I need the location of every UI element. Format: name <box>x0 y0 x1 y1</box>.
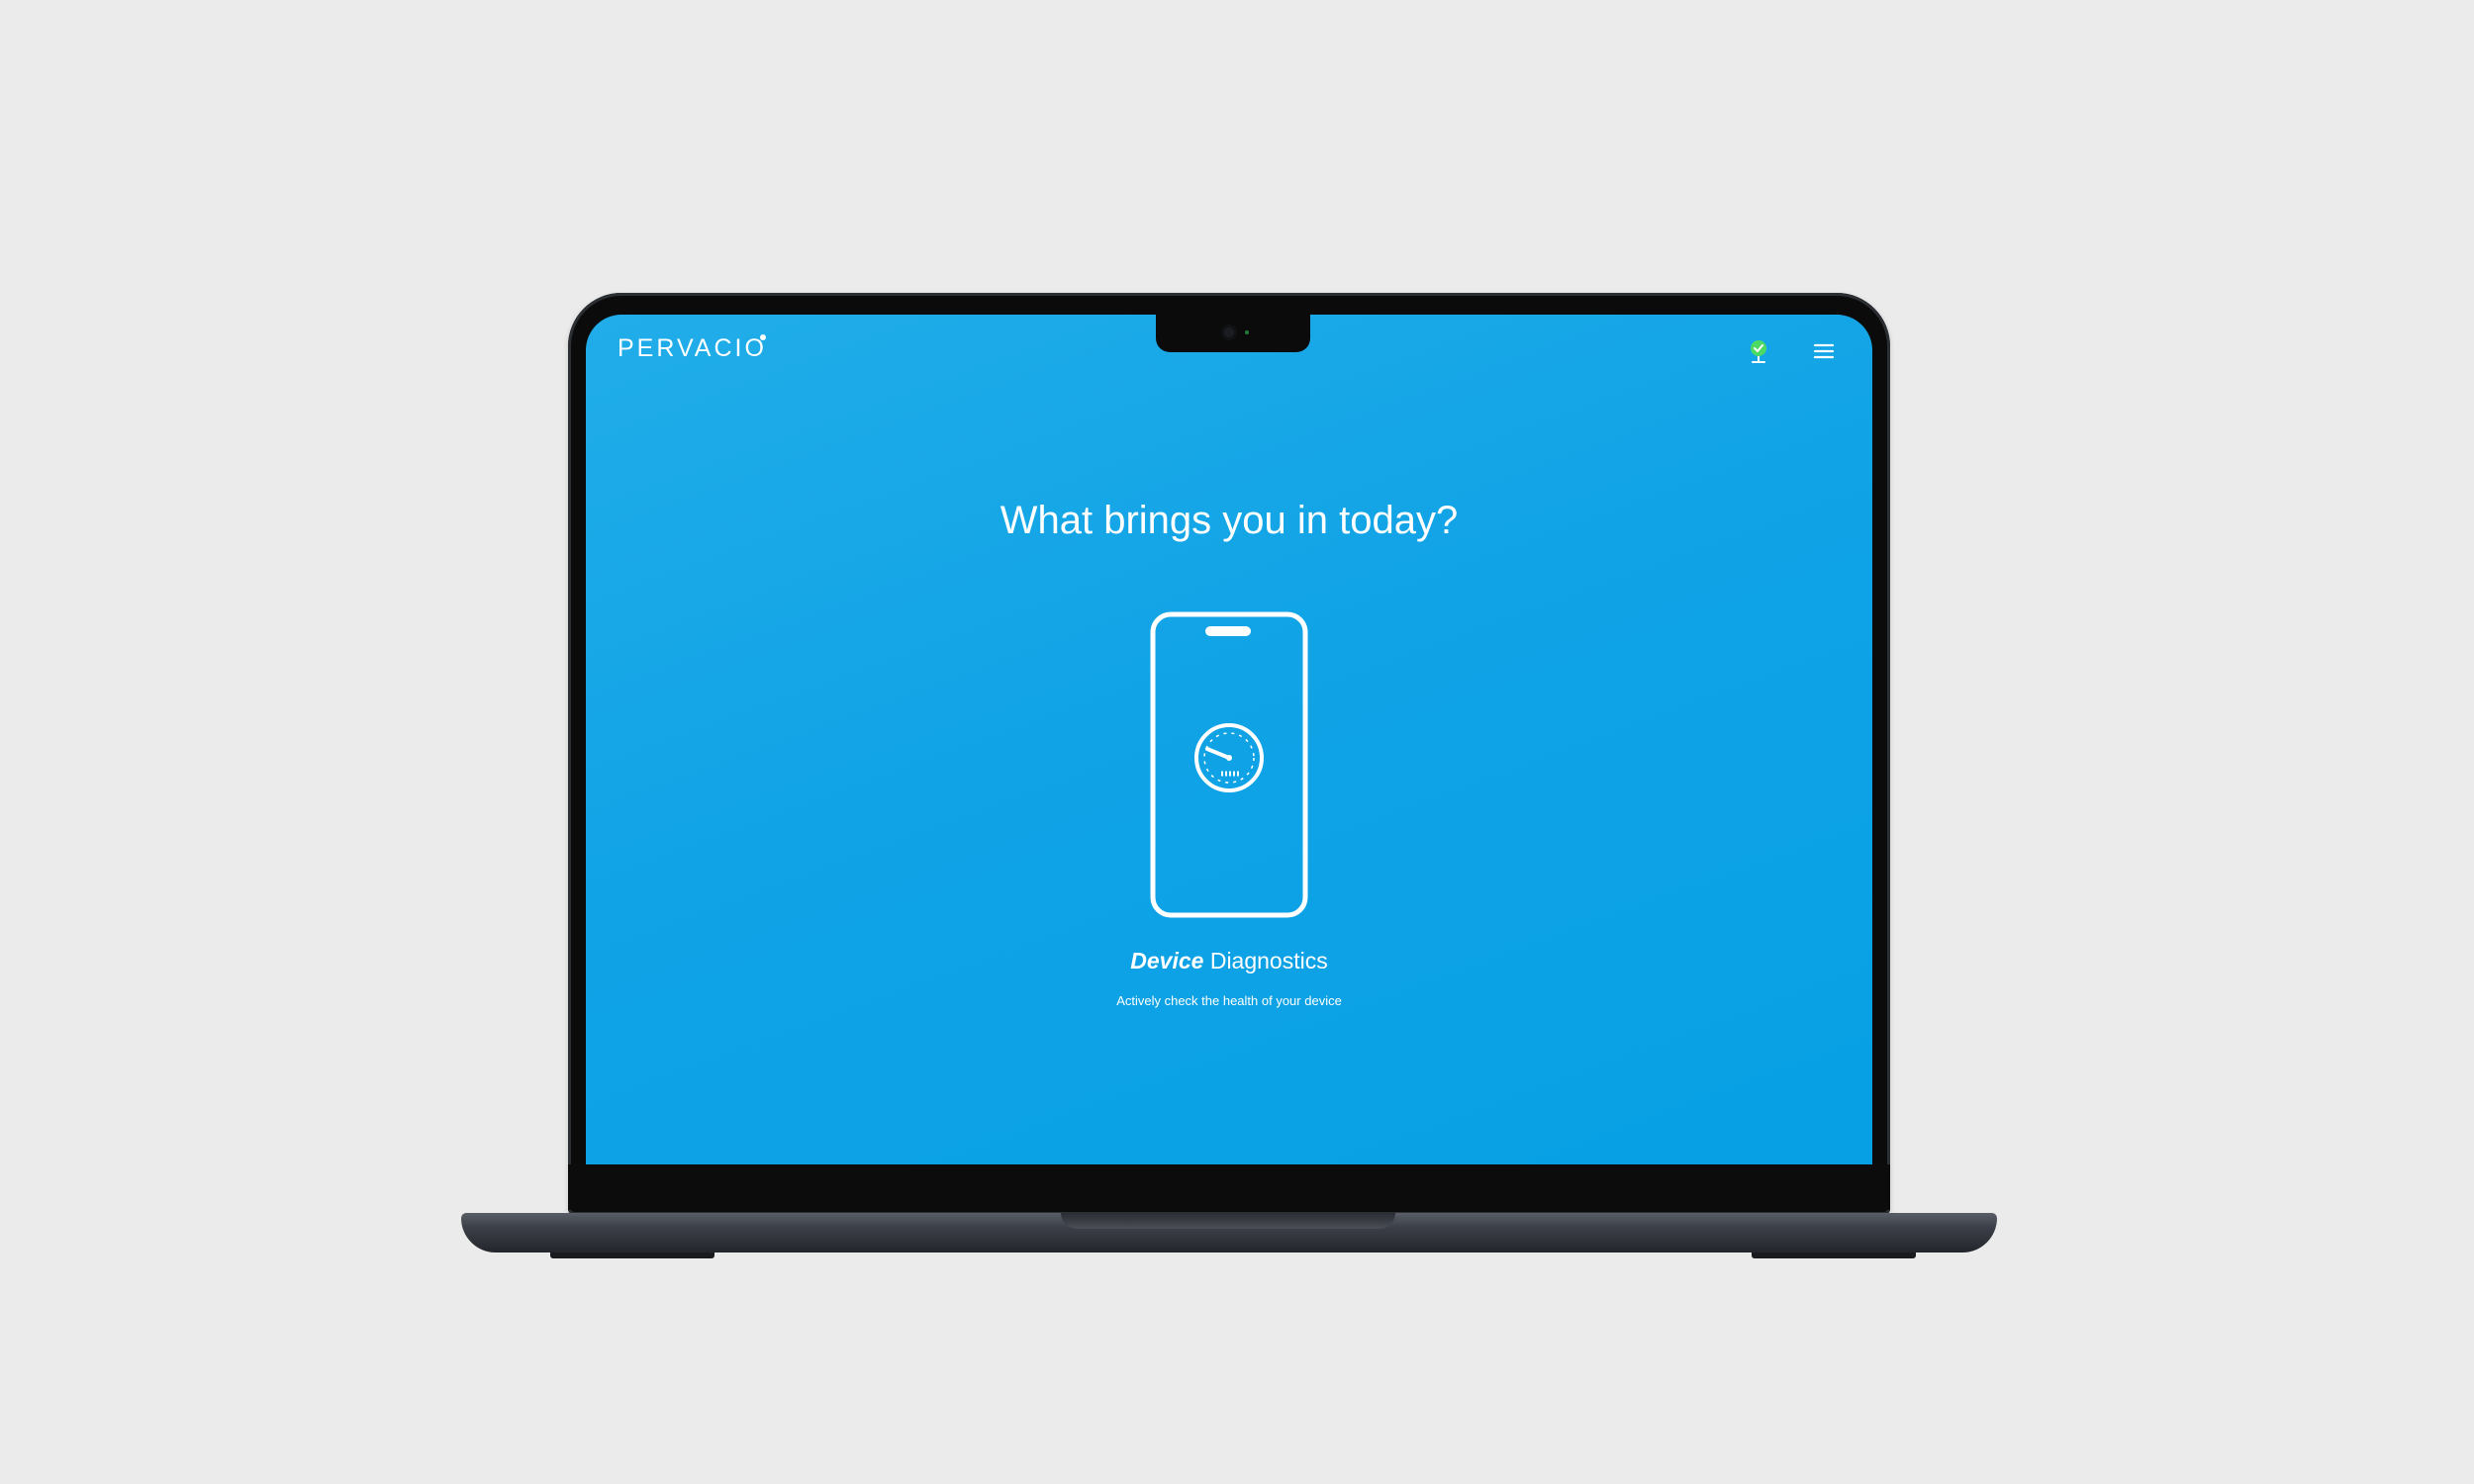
laptop-foot-left <box>550 1252 714 1258</box>
scene: PERVACIO What brings you in today? Devic… <box>0 0 2474 1484</box>
camera-notch <box>1156 315 1310 352</box>
device-diagnostics-title-bold: Device <box>1130 948 1204 974</box>
camera-led <box>1245 330 1249 334</box>
location-check-icon[interactable] <box>1744 336 1773 366</box>
app-screen: PERVACIO What brings you in today? Devic… <box>586 315 1872 1164</box>
device-diagnostics-subtitle: Actively check the health of your device <box>1116 993 1342 1008</box>
laptop-foot-right <box>1752 1252 1916 1258</box>
brand-logo[interactable]: PERVACIO <box>618 334 767 363</box>
camera-icon <box>1221 325 1237 340</box>
phone-speedometer-icon <box>1150 611 1308 918</box>
device-diagnostics-title[interactable]: Device Diagnostics <box>586 948 1872 974</box>
device-diagnostics-title-rest: Diagnostics <box>1203 948 1328 974</box>
laptop-bezel-chin <box>568 1164 1890 1210</box>
device-diagnostics-option[interactable] <box>1150 611 1308 918</box>
page-heading: What brings you in today? <box>999 499 1459 542</box>
hamburger-menu-icon[interactable] <box>1809 336 1839 366</box>
laptop-base-lip <box>1061 1213 1395 1229</box>
brand-logo-mark <box>760 334 766 340</box>
